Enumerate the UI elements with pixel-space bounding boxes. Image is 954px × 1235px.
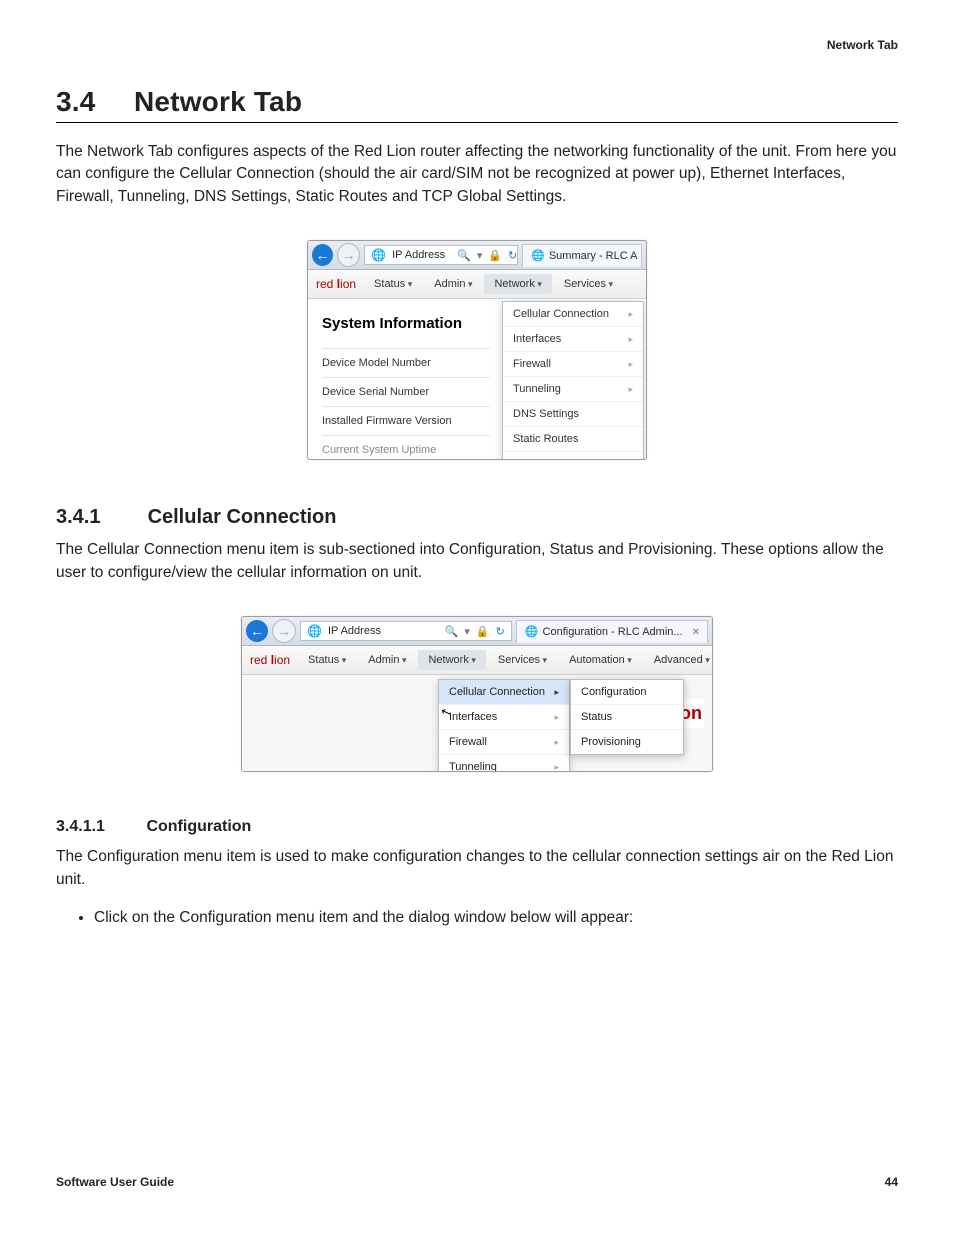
chevron-right-icon: ▸ [554, 737, 559, 748]
dropdown-icon: ▾ [464, 625, 470, 638]
dd-tunneling[interactable]: Tunneling▸ [503, 377, 643, 402]
dd-firewall[interactable]: Firewall▸ [439, 730, 569, 755]
menu-admin[interactable]: Admin [358, 650, 416, 670]
dd-tunneling[interactable]: Tunneling▸ [439, 755, 569, 772]
info-row-truncated: Current System Uptime [322, 435, 490, 459]
close-tab-icon[interactable]: × [693, 626, 699, 638]
dd-cellular-connection[interactable]: Cellular Connection▸ [439, 680, 569, 705]
chevron-right-icon: ▸ [628, 359, 633, 370]
section-title: Network Tab [134, 86, 302, 117]
screenshot-cellular-submenu: ← → 🌐 IP Address 🔍 ▾ 🔒 ↻ 🌐 Configuration… [241, 616, 713, 772]
forward-button[interactable]: → [272, 619, 296, 643]
subsection-number: 3.4.1 [56, 506, 142, 529]
menu-services[interactable]: Services [554, 274, 623, 294]
system-info-heading: System Information [322, 315, 490, 332]
sub-configuration[interactable]: Configuration [571, 680, 683, 705]
dd-cellular-connection[interactable]: Cellular Connection▸ [503, 302, 643, 327]
info-row: Device Serial Number [322, 377, 490, 406]
dd-dns[interactable]: DNS Settings [503, 402, 643, 427]
back-button[interactable]: ← [312, 244, 333, 266]
footer-left: Software User Guide [56, 1175, 174, 1189]
menu-advanced[interactable]: Advanced [644, 650, 713, 670]
list-item: Click on the Configuration menu item and… [94, 909, 898, 927]
browser-tab[interactable]: 🌐 Summary - RLC A [522, 244, 642, 267]
tab-title: Summary - RLC A [549, 250, 638, 262]
intro-paragraph: The Network Tab configures aspects of th… [56, 141, 898, 208]
cellular-submenu: Configuration Status Provisioning [570, 679, 684, 755]
menu-network[interactable]: Network [418, 650, 485, 670]
dd-static[interactable]: Static Routes [503, 427, 643, 452]
network-dropdown: Cellular Connection▸ Interfaces▸ Firewal… [438, 679, 570, 772]
chevron-right-icon: ▸ [628, 309, 633, 320]
subsubsection-title: Configuration [146, 818, 251, 835]
forward-button[interactable]: → [337, 243, 360, 267]
system-info-panel: System Information Device Model Number D… [308, 299, 502, 459]
chevron-right-icon: ▸ [554, 687, 559, 698]
subsection-paragraph: The Cellular Connection menu item is sub… [56, 539, 898, 584]
menu-automation[interactable]: Automation [559, 650, 642, 670]
tab-title: Configuration - RLC Admin... [543, 626, 683, 638]
app-menubar: red lion Status Admin Network Services A… [242, 646, 712, 675]
ie-tab-icon: 🌐 [525, 625, 539, 638]
ie-icon: 🌐 [371, 248, 386, 262]
menu-network[interactable]: Network [484, 274, 551, 294]
menu-status[interactable]: Status [364, 274, 422, 294]
address-text: IP Address [392, 249, 445, 261]
ie-icon: 🌐 [307, 624, 322, 638]
menu-services[interactable]: Services [488, 650, 557, 670]
browser-chrome: ← → 🌐 IP Address 🔍 ▾ 🔒 ↻ 🌐 Summary - RLC… [308, 241, 646, 270]
subsection-title: Cellular Connection [148, 506, 337, 528]
dd-tcp[interactable]: TCP Global Settings [503, 452, 643, 459]
info-row: Installed Firmware Version [322, 406, 490, 435]
address-bar[interactable]: 🌐 IP Address 🔍 ▾ 🔒 ↻ [300, 621, 512, 641]
refresh-icon[interactable]: ↻ [496, 625, 505, 638]
back-button[interactable]: ← [246, 620, 268, 642]
refresh-icon[interactable]: ↻ [508, 249, 517, 262]
app-menubar: red lion Status Admin Network Services [308, 270, 646, 299]
menu-admin[interactable]: Admin [424, 274, 482, 294]
address-text: IP Address [328, 625, 381, 637]
dd-interfaces[interactable]: Interfaces▸ [439, 705, 569, 730]
brand-logo: red lion [250, 653, 290, 667]
subsubsection-heading: 3.4.1.1 Configuration [56, 818, 898, 836]
browser-chrome: ← → 🌐 IP Address 🔍 ▾ 🔒 ↻ 🌐 Configuration… [242, 617, 712, 646]
chevron-right-icon: ▸ [628, 334, 633, 345]
subsubsection-paragraph: The Configuration menu item is used to m… [56, 846, 898, 891]
dd-interfaces[interactable]: Interfaces▸ [503, 327, 643, 352]
lock-icon: 🔒 [476, 625, 490, 638]
address-bar[interactable]: 🌐 IP Address 🔍 ▾ 🔒 ↻ [364, 245, 518, 265]
subsubsection-number: 3.4.1.1 [56, 818, 142, 836]
ie-tab-icon: 🌐 [531, 249, 545, 262]
bullet-list: Click on the Configuration menu item and… [94, 909, 898, 927]
running-header: Network Tab [827, 38, 898, 52]
sub-status[interactable]: Status [571, 705, 683, 730]
page-footer: Software User Guide 44 [56, 1175, 898, 1189]
page: Network Tab 3.4 Network Tab The Network … [0, 0, 954, 1235]
sub-provisioning[interactable]: Provisioning [571, 730, 683, 754]
search-icon: 🔍 [445, 625, 459, 638]
brand-logo: red lion [316, 277, 356, 291]
network-dropdown: Cellular Connection▸ Interfaces▸ Firewal… [502, 301, 644, 459]
dropdown-icon: ▾ [477, 249, 483, 262]
section-number: 3.4 [56, 86, 126, 118]
screenshot-network-menu: ← → 🌐 IP Address 🔍 ▾ 🔒 ↻ 🌐 Summary - RLC… [307, 240, 647, 460]
info-row: Device Model Number [322, 348, 490, 377]
section-heading: 3.4 Network Tab [56, 86, 898, 118]
subsection-heading: 3.4.1 Cellular Connection [56, 506, 898, 529]
search-icon: 🔍 [457, 249, 471, 262]
chevron-right-icon: ▸ [554, 762, 559, 773]
footer-page-number: 44 [885, 1175, 898, 1189]
menu-status[interactable]: Status [298, 650, 356, 670]
dd-firewall[interactable]: Firewall▸ [503, 352, 643, 377]
chevron-right-icon: ▸ [554, 712, 559, 723]
lock-icon: 🔒 [488, 249, 502, 262]
chevron-right-icon: ▸ [628, 384, 633, 395]
section-rule [56, 122, 898, 123]
browser-tab[interactable]: 🌐 Configuration - RLC Admin... × [516, 620, 708, 643]
